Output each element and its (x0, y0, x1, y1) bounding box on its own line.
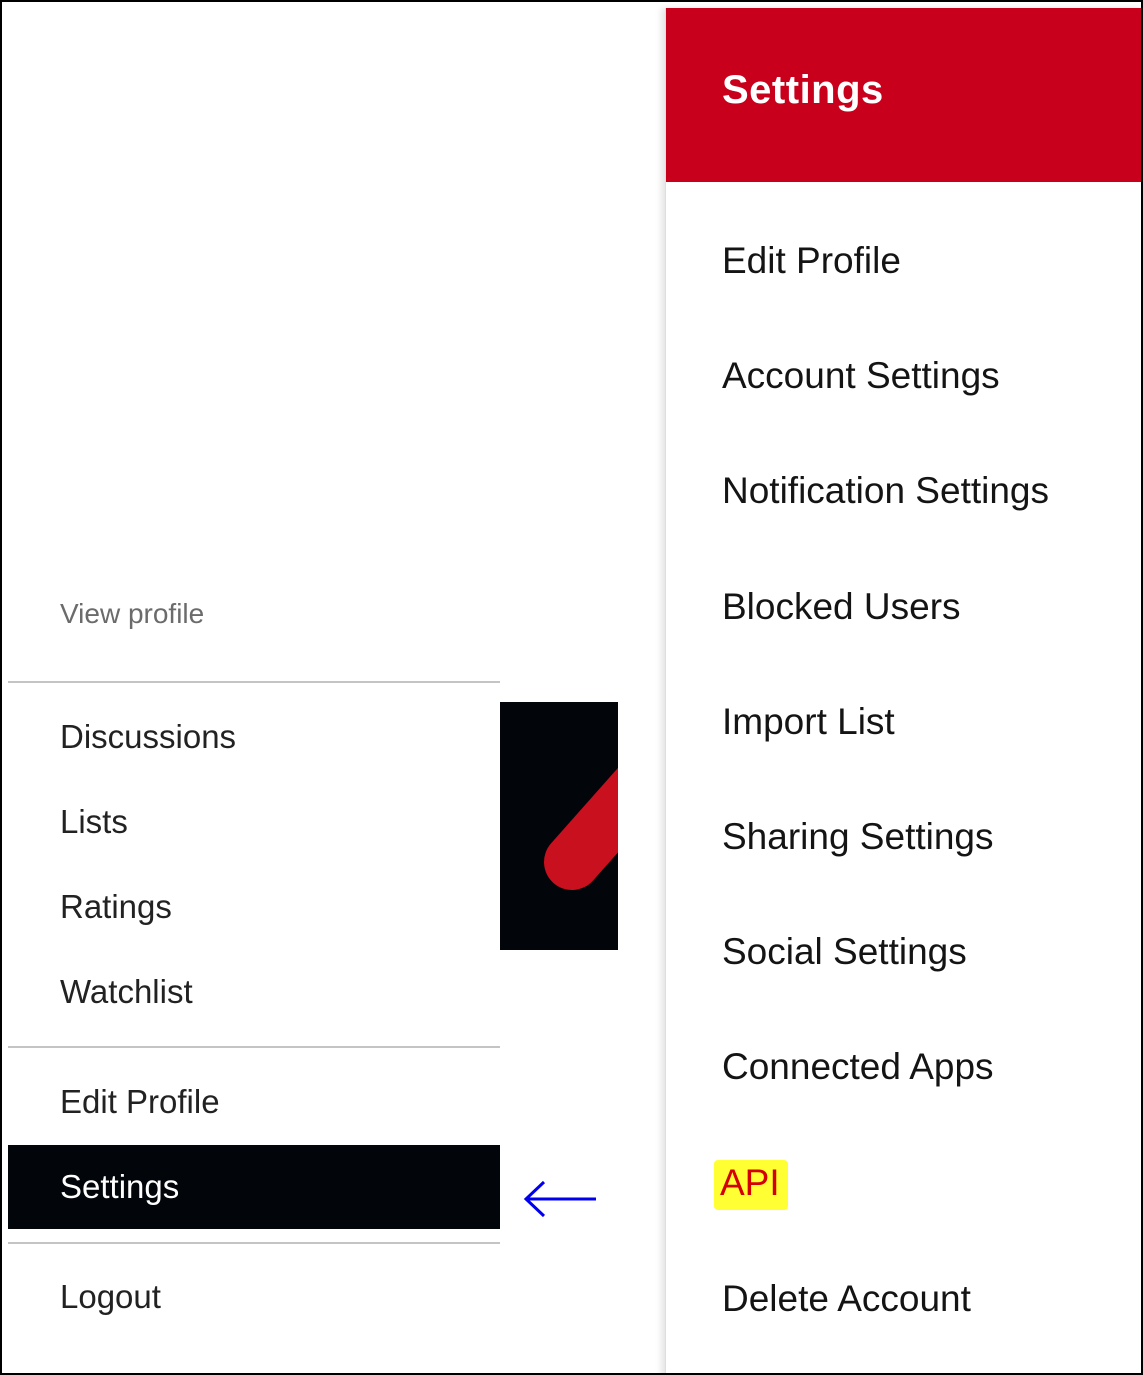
menu-item-ratings[interactable]: Ratings (8, 865, 500, 949)
menu-divider (8, 1046, 500, 1048)
menu-item-lists[interactable]: Lists (8, 780, 500, 864)
red-stroke-graphic (544, 767, 618, 890)
menu-divider (8, 681, 500, 683)
menu-item-edit-profile[interactable]: Edit Profile (8, 1060, 500, 1144)
background-image-fragment (500, 702, 618, 950)
settings-item-sharing-settings[interactable]: Sharing Settings (722, 816, 994, 858)
menu-item-watchlist[interactable]: Watchlist (8, 950, 500, 1034)
view-profile-link[interactable]: View profile (60, 598, 204, 630)
settings-item-import-list[interactable]: Import List (722, 701, 895, 743)
settings-item-social-settings[interactable]: Social Settings (722, 931, 967, 973)
settings-title: Settings (722, 68, 884, 112)
menu-divider (8, 1242, 500, 1244)
settings-panel: Settings Edit Profile Account Settings N… (665, 8, 1141, 1373)
menu-item-discussions[interactable]: Discussions (8, 695, 500, 779)
menu-item-logout[interactable]: Logout (8, 1255, 500, 1339)
screenshot-frame: View profile Discussions Lists Ratings W… (0, 0, 1143, 1375)
settings-header: Settings (666, 8, 1141, 182)
settings-item-blocked-users[interactable]: Blocked Users (722, 586, 961, 628)
left-arrow-icon (518, 1172, 598, 1233)
settings-item-delete-account[interactable]: Delete Account (722, 1278, 971, 1320)
menu-item-settings[interactable]: Settings (8, 1145, 500, 1229)
settings-item-account-settings[interactable]: Account Settings (722, 355, 1000, 397)
settings-item-connected-apps[interactable]: Connected Apps (722, 1046, 994, 1088)
settings-item-notification-settings[interactable]: Notification Settings (722, 470, 1049, 512)
settings-item-edit-profile[interactable]: Edit Profile (722, 240, 901, 282)
user-dropdown-menu: View profile Discussions Lists Ratings W… (2, 2, 502, 1373)
settings-item-api[interactable]: API (714, 1160, 788, 1210)
